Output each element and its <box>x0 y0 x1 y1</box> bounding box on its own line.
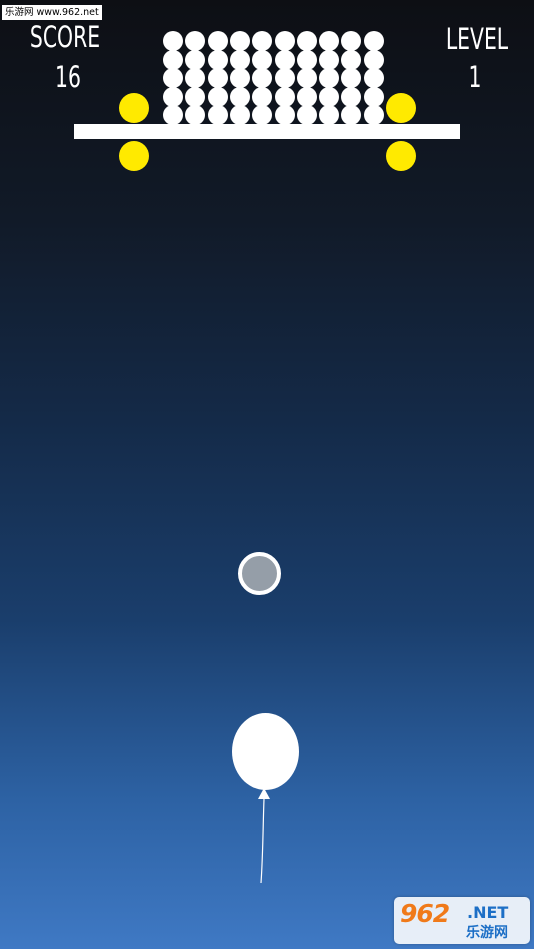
white-ball <box>207 31 228 51</box>
white-ball <box>274 86 295 107</box>
white-ball <box>229 105 250 125</box>
watermark-top: 乐游网 www.962.net <box>2 5 102 20</box>
yellow-peg-right-top <box>386 93 416 123</box>
white-ball <box>363 31 384 51</box>
white-ball <box>363 105 384 125</box>
white-ball <box>274 68 295 88</box>
white-ball <box>341 31 362 51</box>
level-label: LEVEL <box>445 22 509 56</box>
white-ball <box>229 86 250 107</box>
white-ball <box>185 49 206 70</box>
score-value: 16 <box>55 60 81 94</box>
logo-chinese: 乐游网 <box>466 925 508 941</box>
white-ball <box>319 86 340 107</box>
white-ball <box>207 49 228 70</box>
white-ball <box>185 68 206 88</box>
plank <box>74 124 460 139</box>
white-ball <box>363 68 384 88</box>
white-ball <box>207 68 228 88</box>
white-ball <box>341 86 362 107</box>
yellow-peg-left-top <box>119 93 149 123</box>
white-ball <box>163 49 183 70</box>
yellow-peg-right-bottom <box>386 141 416 171</box>
white-ball <box>319 105 340 125</box>
white-ball <box>341 49 362 70</box>
game-canvas[interactable]: 乐游网 www.962.net SCORE 16 LEVEL 1 962 .NE… <box>0 0 534 949</box>
white-ball <box>274 105 295 125</box>
white-ball <box>341 68 362 88</box>
white-ball <box>163 68 183 88</box>
white-ball <box>252 86 273 107</box>
white-ball <box>163 105 183 125</box>
balloon-string-line <box>260 798 265 884</box>
white-ball <box>274 31 295 51</box>
white-ball <box>229 49 250 70</box>
white-ball <box>296 68 317 88</box>
white-ball <box>296 86 317 107</box>
yellow-peg-left-bottom <box>119 141 149 171</box>
logo-suffix: .NET <box>467 903 509 922</box>
white-ball <box>319 31 340 51</box>
white-ball <box>363 49 384 70</box>
white-ball <box>185 86 206 107</box>
white-ball <box>341 105 362 125</box>
white-ball <box>274 49 295 70</box>
balloon-string <box>258 788 270 884</box>
balloon <box>232 713 299 790</box>
balloon-knot <box>258 788 270 799</box>
shield-ball[interactable] <box>238 552 281 595</box>
site-logo: 962 .NET 乐游网 <box>394 897 530 944</box>
white-ball <box>185 31 206 51</box>
logo-number: 962 <box>400 899 450 928</box>
white-ball <box>229 31 250 51</box>
white-ball <box>207 105 228 125</box>
white-ball <box>363 86 384 107</box>
level-value: 1 <box>468 60 482 94</box>
white-ball <box>252 105 273 125</box>
white-ball <box>252 31 273 51</box>
white-ball <box>319 68 340 88</box>
white-ball <box>252 49 273 70</box>
white-ball <box>185 105 206 125</box>
white-ball <box>163 86 183 107</box>
white-ball <box>252 68 273 88</box>
white-ball <box>163 31 183 51</box>
score-label: SCORE <box>29 20 101 54</box>
white-ball <box>296 105 317 125</box>
white-ball <box>229 68 250 88</box>
white-ball <box>319 49 340 70</box>
white-ball <box>296 31 317 51</box>
white-ball <box>296 49 317 70</box>
white-ball <box>207 86 228 107</box>
